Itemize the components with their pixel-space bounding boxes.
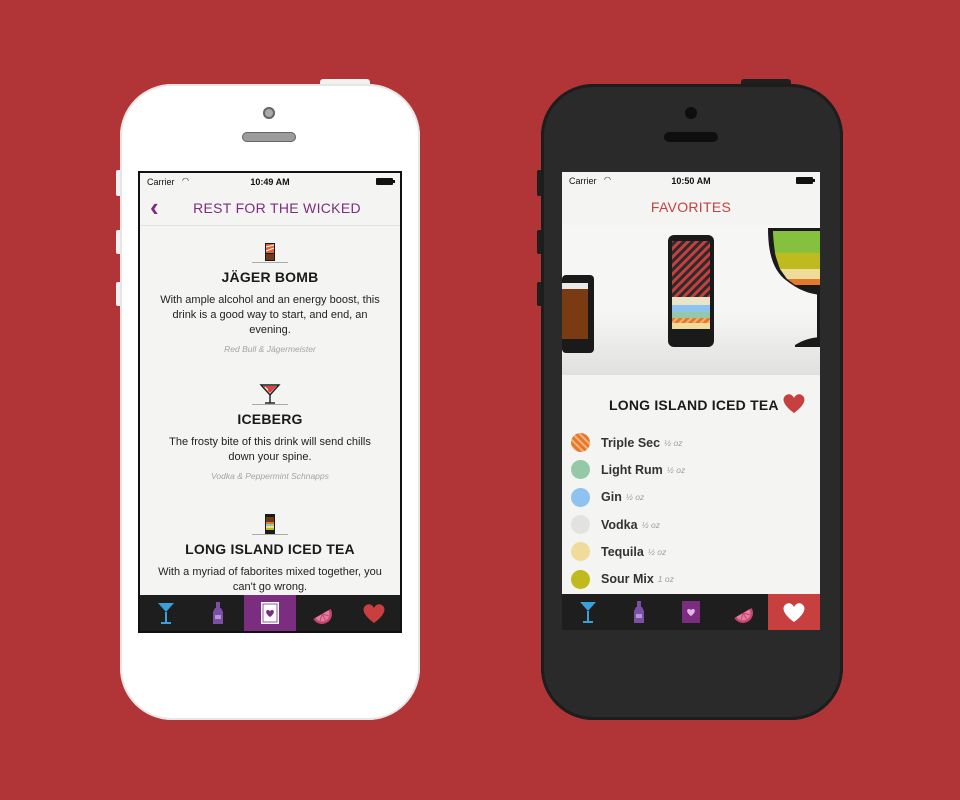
- old-fashioned-glass-illustration: [562, 275, 594, 353]
- front-camera: [685, 107, 697, 119]
- lime-slice-icon: [733, 608, 753, 623]
- list-item: Light Rum ½ oz: [571, 456, 811, 483]
- nav-bar: ‹ REST FOR THE WICKED: [140, 191, 400, 226]
- tab-bottles[interactable]: [192, 595, 244, 631]
- clock: 10:49 AM: [250, 177, 290, 187]
- tab-cocktails[interactable]: [140, 595, 192, 631]
- list-item[interactable]: ICEBERG The frosty bite of this drink wi…: [140, 383, 400, 481]
- battery-icon: [796, 177, 815, 184]
- ingredient-amount: ½ oz: [625, 492, 645, 503]
- tab-cocktails[interactable]: [562, 594, 614, 630]
- page-title: REST FOR THE WICKED: [193, 200, 361, 216]
- list-item[interactable]: JÄGER BOMB With ample alcohol and an ene…: [140, 241, 400, 354]
- heart-icon: [363, 604, 385, 623]
- list-item: Gin ½ oz: [571, 484, 811, 511]
- tab-garnish[interactable]: [717, 594, 769, 630]
- ingredient-amount: ½ oz: [641, 519, 661, 530]
- drink-description: With ample alcohol and an energy boost, …: [160, 294, 380, 336]
- list-item: Triple Sec ½ oz: [571, 429, 811, 456]
- screen: Carrier ◠ 10:50 AM FAVORITES LONG ISLAND…: [562, 172, 820, 630]
- ingredient-name: Sour Mix: [601, 572, 654, 587]
- list-item: Tequila ½ oz: [571, 538, 811, 565]
- ingredient-name: Gin: [601, 490, 622, 505]
- screen: Carrier ◠ 10:49 AM ‹ REST FOR THE WICKED: [140, 173, 400, 631]
- ingredient-swatch: [571, 433, 590, 453]
- drink-ingredients: Red Bull & Jägermeister: [224, 344, 316, 354]
- right-phone: Carrier ◠ 10:50 AM FAVORITES LONG ISLAND…: [537, 79, 843, 720]
- bottle-icon: [634, 601, 645, 623]
- drink-description: With a myriad of faborites mixed togethe…: [158, 566, 382, 593]
- heart-icon[interactable]: [781, 392, 807, 414]
- favorite-header: LONG ISLAND ICED TEA: [562, 390, 820, 420]
- martini-glass-icon: [259, 384, 281, 404]
- battery-icon: [376, 178, 395, 185]
- tab-garnish[interactable]: [296, 595, 348, 631]
- ingredient-name: Tequila: [601, 544, 644, 559]
- earpiece-speaker: [664, 132, 718, 142]
- drink-carousel[interactable]: [562, 225, 820, 375]
- front-camera: [263, 107, 275, 119]
- list-item: Vodka ½ oz: [571, 511, 811, 538]
- ingredient-name: Vodka: [601, 517, 638, 532]
- cocktail-glass-icon: [158, 603, 174, 624]
- page-title: FAVORITES: [650, 199, 732, 215]
- ingredient-name: Light Rum: [601, 462, 663, 477]
- card-heart-icon: [681, 601, 700, 623]
- clock: 10:50 AM: [671, 176, 711, 186]
- drink-name: JÄGER BOMB: [221, 269, 319, 285]
- lime-slice-icon: [313, 609, 332, 624]
- ingredient-swatch: [571, 569, 590, 589]
- tab-favorites[interactable]: [768, 594, 820, 630]
- drink-name: LONG ISLAND ICED TEA: [185, 541, 355, 557]
- ingredient-amount: ½ oz: [664, 437, 683, 448]
- ingredient-amount: ½ oz: [666, 464, 686, 475]
- tab-bottles[interactable]: [614, 594, 666, 630]
- drink-description: The frosty bite of this drink will send …: [169, 436, 371, 463]
- bottle-icon: [213, 602, 223, 624]
- ingredient-swatch: [571, 515, 590, 535]
- cocktail-glass-icon: [579, 602, 596, 623]
- margarita-glass-illustration: [768, 228, 820, 347]
- nav-bar: FAVORITES: [562, 190, 820, 224]
- ingredient-swatch: [571, 460, 590, 480]
- ingredient-amount: 1 oz: [657, 574, 674, 585]
- highball-glass-icon: [265, 514, 275, 534]
- heart-icon: [783, 603, 805, 622]
- left-phone: Carrier ◠ 10:49 AM ‹ REST FOR THE WICKED: [116, 79, 420, 720]
- tab-collections[interactable]: [244, 595, 296, 631]
- drink-name: LONG ISLAND ICED TEA: [609, 397, 779, 413]
- tab-bar: [140, 595, 400, 631]
- status-bar: Carrier ◠ 10:50 AM: [562, 172, 820, 190]
- list-item[interactable]: LONG ISLAND ICED TEA With a myriad of fa…: [140, 513, 400, 595]
- ingredient-name: Triple Sec: [601, 435, 661, 450]
- drink-ingredients: Vodka & Peppermint Schnapps: [211, 471, 329, 481]
- ingredient-swatch: [571, 542, 590, 562]
- ingredient-list: Triple Sec ½ oz Light Rum ½ oz Gin ½ oz Vodka ½…: [571, 429, 811, 593]
- earpiece-speaker: [242, 132, 296, 142]
- highball-glass-illustration: [668, 235, 714, 347]
- card-heart-icon: [261, 602, 279, 624]
- tab-bar: [562, 594, 820, 630]
- shot-glass-icon: [265, 243, 275, 261]
- drink-name: ICEBERG: [237, 411, 303, 427]
- ingredient-swatch: [571, 487, 590, 507]
- status-bar: Carrier ◠ 10:49 AM: [140, 173, 400, 191]
- ingredient-amount: ½ oz: [647, 546, 667, 557]
- tab-collections[interactable]: [665, 594, 717, 630]
- list-item: Sour Mix 1 oz: [571, 565, 811, 592]
- tab-favorites[interactable]: [348, 595, 400, 631]
